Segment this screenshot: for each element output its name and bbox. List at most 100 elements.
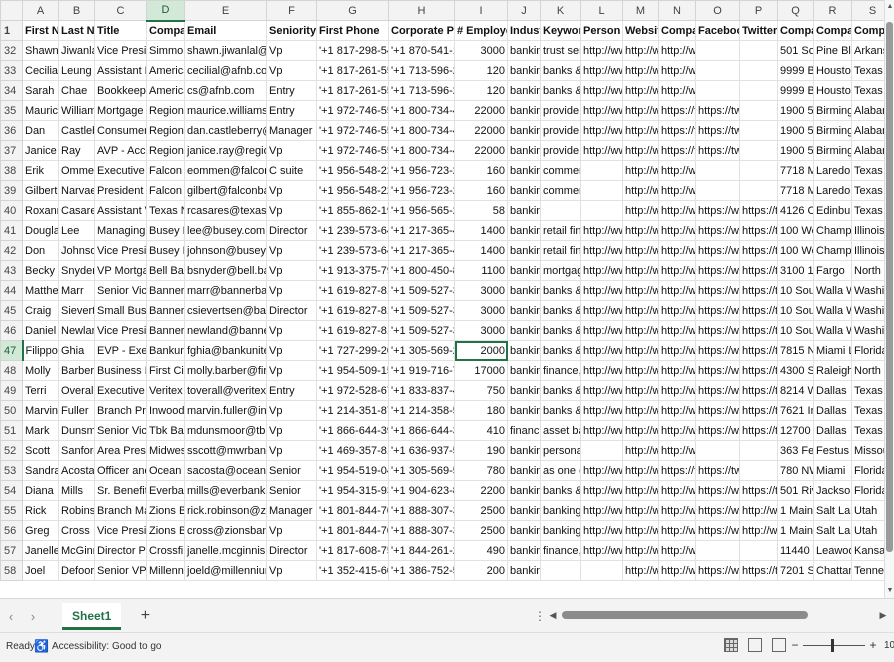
cell[interactable]: Zions Bank bbox=[146, 520, 185, 541]
row-header[interactable]: 54 bbox=[0, 480, 23, 501]
cell[interactable]: personal banking, con bbox=[540, 440, 581, 461]
row-header[interactable]: 44 bbox=[0, 280, 23, 301]
cell[interactable]: sscott@mwrbank.com bbox=[184, 440, 267, 461]
cell[interactable] bbox=[739, 100, 778, 121]
cell[interactable]: '+1 619-827-8100 bbox=[316, 320, 389, 341]
cell[interactable]: Bell Bank bbox=[146, 260, 185, 281]
cell[interactable]: Vice President bbox=[94, 40, 147, 61]
cell[interactable] bbox=[580, 440, 623, 461]
cell[interactable]: '+1 888-307-3411 bbox=[388, 500, 455, 521]
cell[interactable] bbox=[695, 40, 740, 61]
cell[interactable]: Branch Pre bbox=[94, 400, 147, 421]
cell[interactable]: commercial loans, real estate bbox=[540, 160, 581, 181]
cell[interactable]: maurice.williams@regions.com bbox=[184, 100, 267, 121]
cell[interactable]: Manager bbox=[266, 120, 317, 141]
cell[interactable]: Tbk Bank bbox=[146, 420, 185, 441]
cell[interactable]: janice.ray@regions.com bbox=[184, 140, 267, 161]
cell[interactable]: banking, bi bbox=[540, 500, 581, 521]
cell[interactable]: 750 bbox=[454, 380, 508, 401]
cell[interactable]: Manager bbox=[266, 500, 317, 521]
cell[interactable]: https://ww bbox=[695, 520, 740, 541]
cell[interactable]: Acosta bbox=[58, 460, 95, 481]
cell[interactable]: Rick bbox=[22, 500, 59, 521]
cell[interactable]: '+1 855-862-1920 bbox=[316, 200, 389, 221]
cell[interactable]: Cecilia bbox=[22, 60, 59, 81]
row-header[interactable]: 32 bbox=[0, 40, 23, 61]
cell[interactable]: janelle.mcginnis@crossfirstbank.com bbox=[184, 540, 267, 561]
cell[interactable]: https://tw bbox=[739, 400, 778, 421]
cell[interactable]: 1900 5th A bbox=[777, 140, 814, 161]
cell[interactable]: http://www bbox=[622, 380, 659, 401]
column-header-p[interactable]: P bbox=[739, 0, 778, 21]
cell[interactable]: Falcon Inte bbox=[146, 180, 185, 201]
cell[interactable]: Raleigh bbox=[813, 360, 852, 381]
column-header-n[interactable]: N bbox=[658, 0, 696, 21]
cell[interactable]: 1 Main Str bbox=[777, 520, 814, 541]
cell[interactable]: http://www bbox=[622, 100, 659, 121]
cell[interactable]: banks & cr bbox=[540, 300, 581, 321]
cell[interactable]: Dunsmoor bbox=[58, 420, 95, 441]
cell[interactable]: Vp bbox=[266, 280, 317, 301]
cell[interactable]: Vp bbox=[266, 180, 317, 201]
cell[interactable]: Johnson bbox=[58, 240, 95, 261]
row-header[interactable]: 1 bbox=[0, 20, 23, 41]
cell[interactable]: Texas Nati bbox=[146, 200, 185, 221]
cell[interactable]: banking bbox=[507, 520, 541, 541]
cell[interactable]: Executive bbox=[94, 160, 147, 181]
cell[interactable]: 58 bbox=[454, 200, 508, 221]
vertical-scroll-thumb[interactable] bbox=[886, 22, 893, 552]
cell[interactable]: American I bbox=[146, 80, 185, 101]
cell[interactable]: Texas bbox=[851, 160, 884, 181]
cell[interactable]: Assistant E bbox=[94, 60, 147, 81]
cell[interactable]: Scott bbox=[22, 440, 59, 461]
cell[interactable]: http://ww bbox=[739, 500, 778, 521]
cell[interactable]: http://ww bbox=[658, 480, 696, 501]
cell[interactable]: retail finar bbox=[540, 240, 581, 261]
cell[interactable]: http://www.linkedin.com/company bbox=[658, 440, 696, 461]
cell[interactable]: bsnyder@bell.bank bbox=[184, 260, 267, 281]
cell[interactable]: 1100 bbox=[454, 260, 508, 281]
cell[interactable]: https://ww bbox=[695, 240, 740, 261]
cell[interactable]: 160 bbox=[454, 160, 508, 181]
cell[interactable]: Vp bbox=[266, 520, 317, 541]
cell[interactable]: Molly bbox=[22, 360, 59, 381]
cell[interactable]: Castleberry bbox=[58, 120, 95, 141]
cell[interactable]: Texas bbox=[851, 80, 884, 101]
cell[interactable]: https://ww bbox=[695, 500, 740, 521]
cell[interactable] bbox=[580, 200, 623, 221]
cell[interactable]: Utah bbox=[851, 500, 884, 521]
cell[interactable]: Mark bbox=[22, 420, 59, 441]
cell[interactable]: Inwood Na bbox=[146, 400, 185, 421]
cell[interactable]: banking bbox=[507, 80, 541, 101]
cell[interactable]: '+1 844-261-2548 bbox=[388, 540, 455, 561]
cell[interactable]: Newland bbox=[58, 320, 95, 341]
cell[interactable]: http://www bbox=[580, 420, 623, 441]
page-break-view-icon[interactable] bbox=[772, 638, 786, 652]
cell[interactable]: http://ww bbox=[658, 500, 696, 521]
cell[interactable]: 1 Main Str bbox=[777, 500, 814, 521]
cell[interactable]: https://fac bbox=[658, 120, 696, 141]
cell[interactable]: Senior Vice bbox=[94, 280, 147, 301]
cell[interactable]: '+1 870-541-1000 bbox=[388, 40, 455, 61]
cell[interactable]: Director bbox=[266, 220, 317, 241]
cell[interactable]: https://ww bbox=[695, 560, 740, 581]
cell[interactable]: '+1 800-734-4667 bbox=[388, 140, 455, 161]
cell[interactable]: Craig bbox=[22, 300, 59, 321]
cell[interactable]: banking bbox=[507, 380, 541, 401]
cell[interactable]: http://www bbox=[580, 220, 623, 241]
cell[interactable]: https://tw bbox=[739, 360, 778, 381]
cell[interactable]: 363 Festus bbox=[777, 440, 814, 461]
cell[interactable]: Illinois bbox=[851, 220, 884, 241]
cell[interactable]: http://www bbox=[658, 200, 696, 221]
cell[interactable]: https://tw bbox=[739, 420, 778, 441]
zoom-level[interactable]: 100% bbox=[884, 640, 894, 651]
cell[interactable]: C suite bbox=[266, 160, 317, 181]
cell[interactable]: Vp bbox=[266, 320, 317, 341]
cell[interactable]: Managing bbox=[94, 220, 147, 241]
row-header[interactable]: 48 bbox=[0, 360, 23, 381]
cell[interactable]: Facebook bbox=[695, 20, 740, 41]
cell[interactable]: Area Presi bbox=[94, 440, 147, 461]
cell[interactable]: 3000 bbox=[454, 320, 508, 341]
cell[interactable]: 780 NW 4 bbox=[777, 460, 814, 481]
cell[interactable]: banking bbox=[507, 560, 541, 581]
